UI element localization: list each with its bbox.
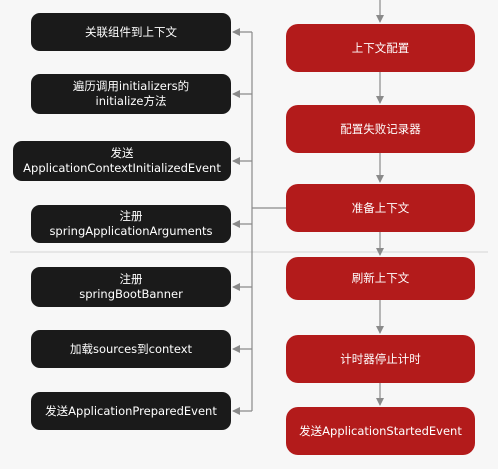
flow-diagram: 关联组件到上下文 遍历调用initializers的 initialize方法 … [0,0,498,469]
step-register-boot-banner: 注册 springBootBanner [31,267,231,307]
step-call-initializers: 遍历调用initializers的 initialize方法 [31,74,231,114]
step-failure-reporters: 配置失败记录器 [286,105,475,153]
step-send-started-event: 发送ApplicationStartedEvent [286,407,475,455]
step-associate-components: 关联组件到上下文 [31,13,231,51]
step-send-context-initialized-event: 发送 ApplicationContextInitializedEvent [13,141,231,181]
step-stop-timer: 计时器停止计时 [286,335,475,383]
step-send-prepared-event: 发送ApplicationPreparedEvent [31,392,231,430]
step-prepare-context: 准备上下文 [286,184,475,232]
step-load-sources: 加载sources到context [31,330,231,368]
step-refresh-context: 刷新上下文 [286,257,475,300]
step-context-config: 上下文配置 [286,24,475,72]
step-register-application-arguments: 注册springApplicationArguments [31,205,231,243]
